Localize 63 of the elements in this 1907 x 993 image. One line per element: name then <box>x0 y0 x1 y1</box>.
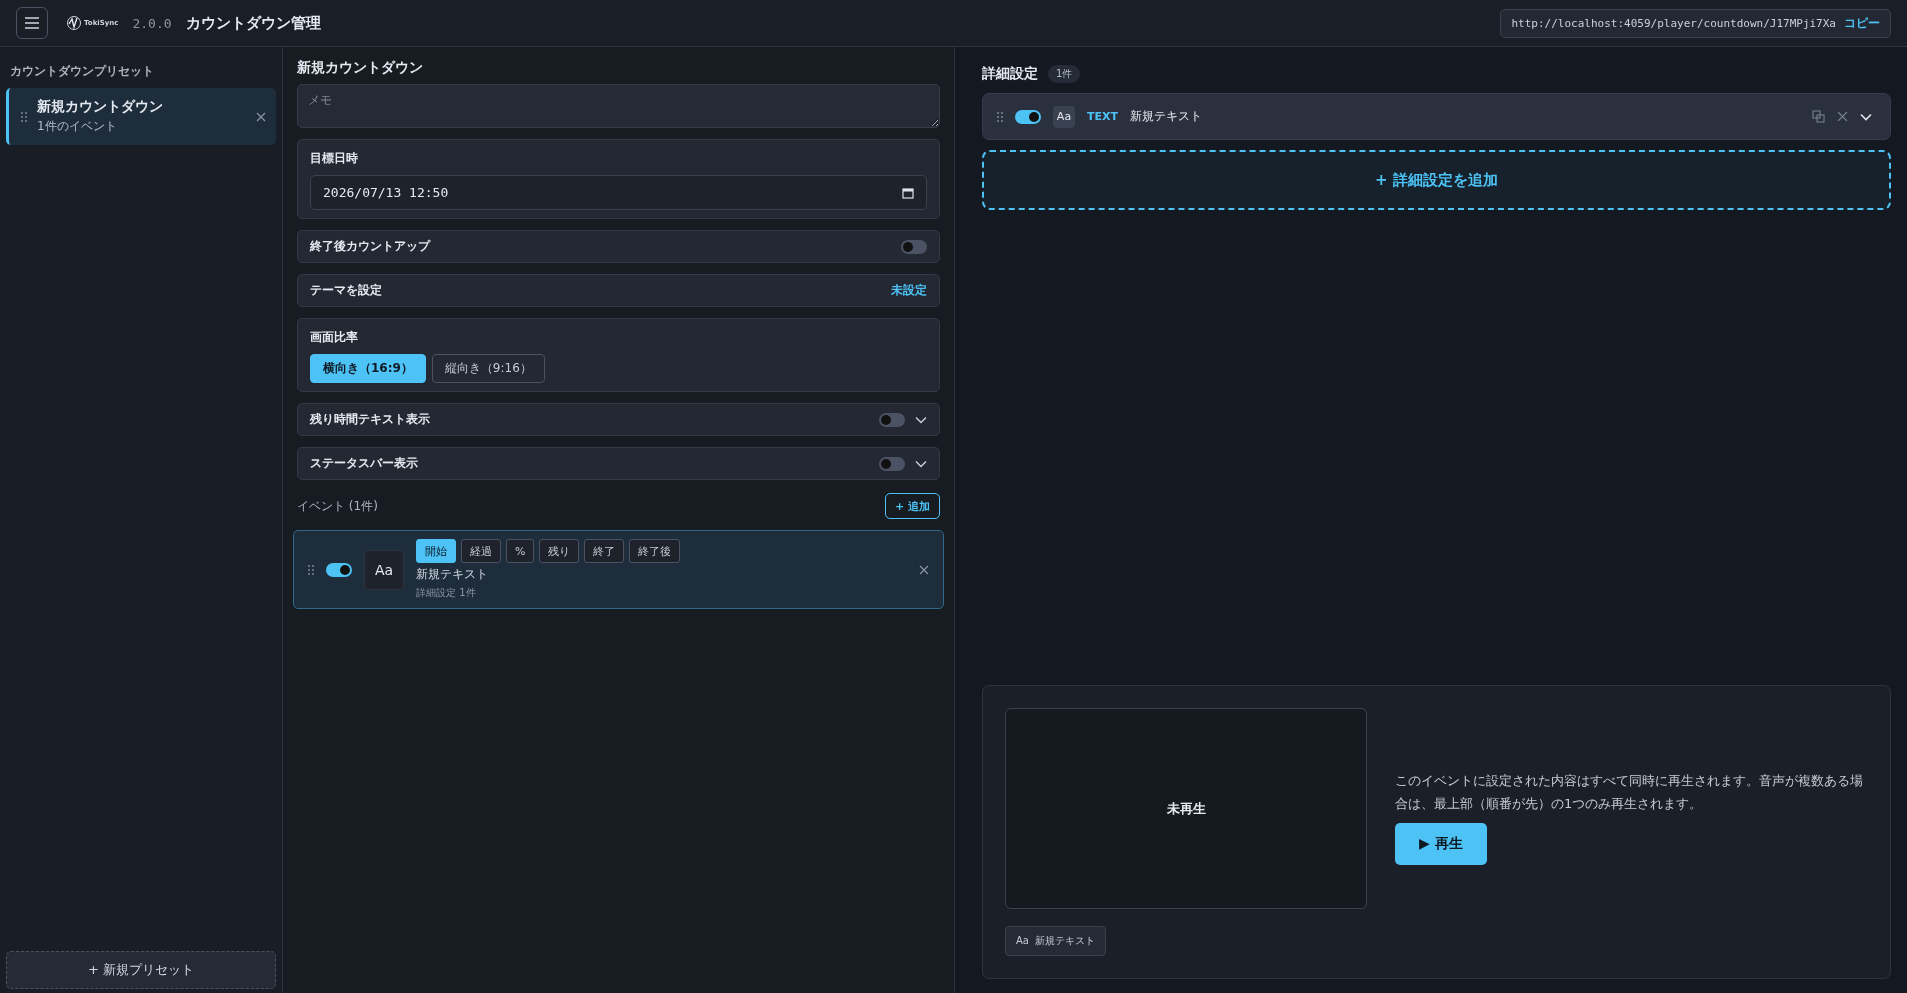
toggle-switch[interactable] <box>879 456 905 471</box>
trigger-tab[interactable]: % <box>506 539 535 563</box>
playback-status: 未再生 <box>1166 799 1206 818</box>
chevron-down-icon[interactable] <box>915 415 927 424</box>
url-text: http://localhost:4059/player/countdown/J17MPji7Xa <box>1511 16 1836 30</box>
text-type-icon: Aa <box>1053 105 1075 128</box>
add-detail-button[interactable]: + 詳細設定を追加 <box>982 150 1891 210</box>
setting-label: 画面比率 <box>310 329 358 346</box>
drag-handle-icon <box>997 111 1003 122</box>
trigger-tab[interactable]: 開始 <box>416 539 456 563</box>
duplicate-icon[interactable] <box>1812 110 1825 123</box>
calendar-icon <box>902 186 914 199</box>
drag-handle-icon <box>308 564 314 575</box>
details-title: 詳細設定 <box>982 65 1038 83</box>
trigger-tab[interactable]: 残り <box>539 539 580 563</box>
count-badge: 1件 <box>1048 65 1081 83</box>
play-button[interactable]: ▶ 再生 <box>1395 823 1487 866</box>
toggle-switch[interactable] <box>901 239 927 254</box>
add-button[interactable]: + 追加 <box>884 493 940 519</box>
setting-label: 終了後カウントアップ <box>310 238 430 255</box>
logo-icon <box>66 15 82 31</box>
toggle-switch[interactable] <box>326 562 352 577</box>
theme-link[interactable]: 未設定 <box>891 282 927 299</box>
text-type-icon: Aa <box>364 549 404 590</box>
chevron-down-icon[interactable] <box>915 459 927 468</box>
detail-row[interactable]: Aa TEXT 新規テキスト <box>982 93 1891 140</box>
drag-handle-icon <box>21 111 27 122</box>
close-icon[interactable] <box>919 564 929 575</box>
copy-button[interactable]: コピー <box>1844 14 1880 32</box>
ratio-option[interactable]: 横向き（16:9） <box>310 354 426 383</box>
events-label: イベント (1件) <box>297 497 378 515</box>
memo-field[interactable]: メモ <box>297 84 940 128</box>
preset-name: 新規カウントダウン <box>37 98 164 116</box>
layer-chip[interactable]: Aa 新規テキスト <box>1005 926 1107 956</box>
setting-label: 残り時間テキスト表示 <box>310 411 430 428</box>
new-preset-button[interactable]: + 新規プリセット <box>6 951 276 989</box>
event-card[interactable]: Aa 開始 経過 % 残り 終了 終了後 新規テキスト 詳細設定 1件 <box>293 530 944 609</box>
type-label: TEXT <box>1087 110 1118 123</box>
toggle-switch[interactable] <box>1015 109 1041 124</box>
detail-name: 新規テキスト <box>1130 108 1202 125</box>
menu-button[interactable] <box>16 7 48 39</box>
trigger-tab[interactable]: 経過 <box>461 539 501 563</box>
event-name: 新規テキスト <box>416 566 489 583</box>
trigger-tab[interactable]: 終了 <box>584 539 625 563</box>
trigger-tab[interactable]: 終了後 <box>629 539 681 563</box>
chevron-down-icon[interactable] <box>1860 112 1872 121</box>
toggle-switch[interactable] <box>879 412 905 427</box>
page-title: カウントダウン管理 <box>185 13 321 33</box>
event-detail: 詳細設定 1件 <box>416 586 477 600</box>
editor-title: 新規カウントダウン <box>297 59 424 77</box>
sidebar-title: カウントダウンプリセット <box>9 63 155 80</box>
setting-label: テーマを設定 <box>310 282 382 299</box>
preset-subtitle: 1件のイベント <box>37 118 118 135</box>
close-icon[interactable] <box>256 111 266 122</box>
preview-note: このイベントに設定された内容はすべて同時に再生されます。音声が複数ある場合は、最上部（順番が先）の1つのみ再生されます。 <box>1395 771 1864 813</box>
version-label: 2.0.0 <box>132 15 172 31</box>
datetime-field[interactable]: 2026/07/13 12:50 <box>310 175 927 210</box>
menu-icon <box>24 16 40 30</box>
close-icon[interactable] <box>1837 111 1848 122</box>
preset-item[interactable]: 新規カウントダウン 1件のイベント <box>6 88 276 145</box>
field-label: 目標日時 <box>310 150 358 167</box>
setting-label: ステータスバー表示 <box>310 455 418 472</box>
ratio-option[interactable]: 縦向き（9:16） <box>431 354 545 383</box>
